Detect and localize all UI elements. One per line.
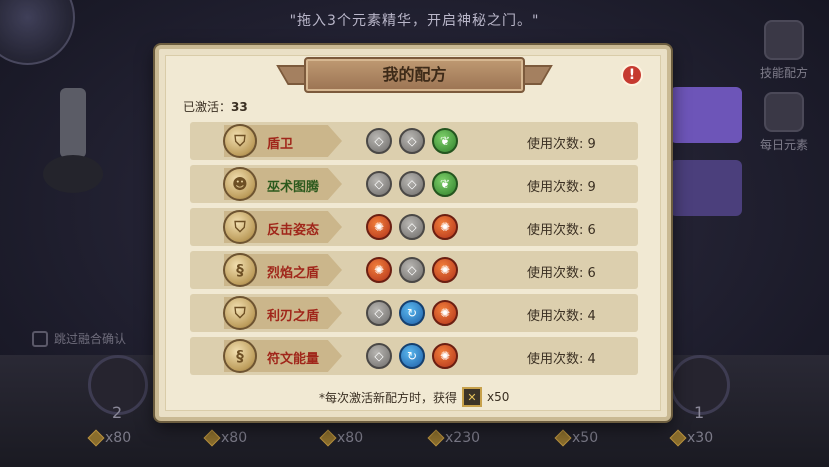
essence-icon <box>427 429 445 447</box>
recipe-name: 利刃之盾 <box>267 309 320 324</box>
cost-item: x80 <box>87 429 131 447</box>
skill-recipes-label: 技能配方 <box>759 66 808 80</box>
essence-icon <box>669 429 687 447</box>
recipe-use-count: 使用次数: 6 <box>527 266 596 281</box>
neutral-element-icon: ◇ <box>399 214 425 240</box>
pouch-icon <box>764 92 804 132</box>
totem-icon: ☻ <box>223 167 257 201</box>
shield-icon: ⛉ <box>223 210 257 244</box>
recipe-row[interactable]: ⛉ 盾卫 ◇ ◇ ❦ 使用次数: 9 <box>190 122 638 160</box>
cost-item: x80 <box>203 429 247 447</box>
dialog-title: 我的配方 <box>382 65 447 84</box>
slot-count: 1 <box>694 403 705 422</box>
fire-element-icon: ✺ <box>432 214 458 240</box>
essence-icon <box>319 429 337 447</box>
shield-icon: ⛉ <box>223 296 257 330</box>
slot-count: 2 <box>112 403 123 422</box>
recipe-list: ⛉ 盾卫 ◇ ◇ ❦ 使用次数: 9 ☻ 巫术图腾 ◇ ◇ ❦ 使用次数: 9 ⛉ 反击姿态 ✺ ◇ ✺ 使用次数… <box>190 122 638 380</box>
essence-icon <box>203 429 221 447</box>
recipe-row[interactable]: § 烈焰之盾 ✺ ◇ ✺ 使用次数: 6 <box>190 251 638 289</box>
daily-elements-button[interactable]: 每日元素 <box>754 92 814 162</box>
cost-item: x30 <box>669 429 713 447</box>
skip-fusion-label: 跳过融合确认 <box>54 332 127 346</box>
daily-elements-label: 每日元素 <box>759 138 808 152</box>
recipe-name: 巫术图腾 <box>267 180 320 195</box>
neutral-element-icon: ◇ <box>366 300 392 326</box>
nature-element-icon: ❦ <box>432 128 458 154</box>
skip-fusion-confirm[interactable]: 跳过融合确认 <box>32 330 126 347</box>
fire-element-icon: ✺ <box>432 300 458 326</box>
skill-recipes-button[interactable]: 技能配方 <box>754 20 814 90</box>
dialog-title-banner: 我的配方 <box>276 55 553 97</box>
recipe-name: 盾卫 <box>267 137 294 152</box>
my-recipes-dialog: 我的配方 ! 已激活：33 ⛉ 盾卫 ◇ ◇ ❦ 使用次数: 9 ☻ 巫术图腾 ◇ ◇ ❦ 使用次数:… <box>155 45 671 421</box>
neutral-element-icon: ◇ <box>366 171 392 197</box>
candle-decoration <box>38 70 108 200</box>
scroll-icon <box>764 20 804 60</box>
shield-icon: ⛉ <box>223 124 257 158</box>
recipe-name: 烈焰之盾 <box>267 266 320 281</box>
recipe-use-count: 使用次数: 4 <box>527 309 596 324</box>
game-screen: "拖入3个元素精华，开启神秘之门。" 技能配方 每日元素 跳过融合确认 2 1 … <box>0 0 829 467</box>
checkbox[interactable] <box>32 330 48 347</box>
recipe-row[interactable]: ⛉ 反击姿态 ✺ ◇ ✺ 使用次数: 6 <box>190 208 638 246</box>
fire-element-icon: ✺ <box>432 343 458 369</box>
swirl-icon: § <box>223 339 257 373</box>
activated-count: 已激活：33 <box>183 100 248 114</box>
mail-tab[interactable] <box>670 160 742 216</box>
recipe-name: 符文能量 <box>267 352 320 367</box>
essence-icon <box>87 429 105 447</box>
recipe-use-count: 使用次数: 6 <box>527 223 596 238</box>
fire-element-icon: ✺ <box>432 257 458 283</box>
info-icon[interactable]: ! <box>621 64 643 86</box>
water-element-icon: ↻ <box>399 343 425 369</box>
recipe-name: 反击姿态 <box>267 223 320 238</box>
footer-note-text: *每次激活新配方时，获得 <box>319 390 458 405</box>
fire-element-icon: ✺ <box>366 214 392 240</box>
recipe-row[interactable]: ⛉ 利刃之盾 ◇ ↻ ✺ 使用次数: 4 <box>190 294 638 332</box>
recipe-use-count: 使用次数: 4 <box>527 352 596 367</box>
cost-item: x230 <box>427 429 480 447</box>
recipe-row[interactable]: ☻ 巫术图腾 ◇ ◇ ❦ 使用次数: 9 <box>190 165 638 203</box>
cost-item: x80 <box>319 429 363 447</box>
recipe-tab-scroll[interactable] <box>670 87 742 143</box>
neutral-element-icon: ◇ <box>366 343 392 369</box>
swirl-icon: § <box>223 253 257 287</box>
hint-text: "拖入3个元素精华，开启神秘之门。" <box>289 13 540 29</box>
recipe-row[interactable]: § 符文能量 ◇ ↻ ✺ 使用次数: 4 <box>190 337 638 375</box>
essence-icon <box>554 429 572 447</box>
footer-reward: x50 <box>487 390 510 404</box>
fire-element-icon: ✺ <box>366 257 392 283</box>
cost-item: x50 <box>554 429 598 447</box>
recipe-use-count: 使用次数: 9 <box>527 137 596 152</box>
footer-note: *每次激活新配方时，获得 ✕ x50 <box>319 387 509 407</box>
water-element-icon: ↻ <box>399 300 425 326</box>
nature-element-icon: ❦ <box>432 171 458 197</box>
ticket-icon: ✕ <box>462 387 483 407</box>
neutral-element-icon: ◇ <box>399 128 425 154</box>
neutral-element-icon: ◇ <box>399 257 425 283</box>
recipe-use-count: 使用次数: 9 <box>527 180 596 195</box>
neutral-element-icon: ◇ <box>366 128 392 154</box>
neutral-element-icon: ◇ <box>399 171 425 197</box>
